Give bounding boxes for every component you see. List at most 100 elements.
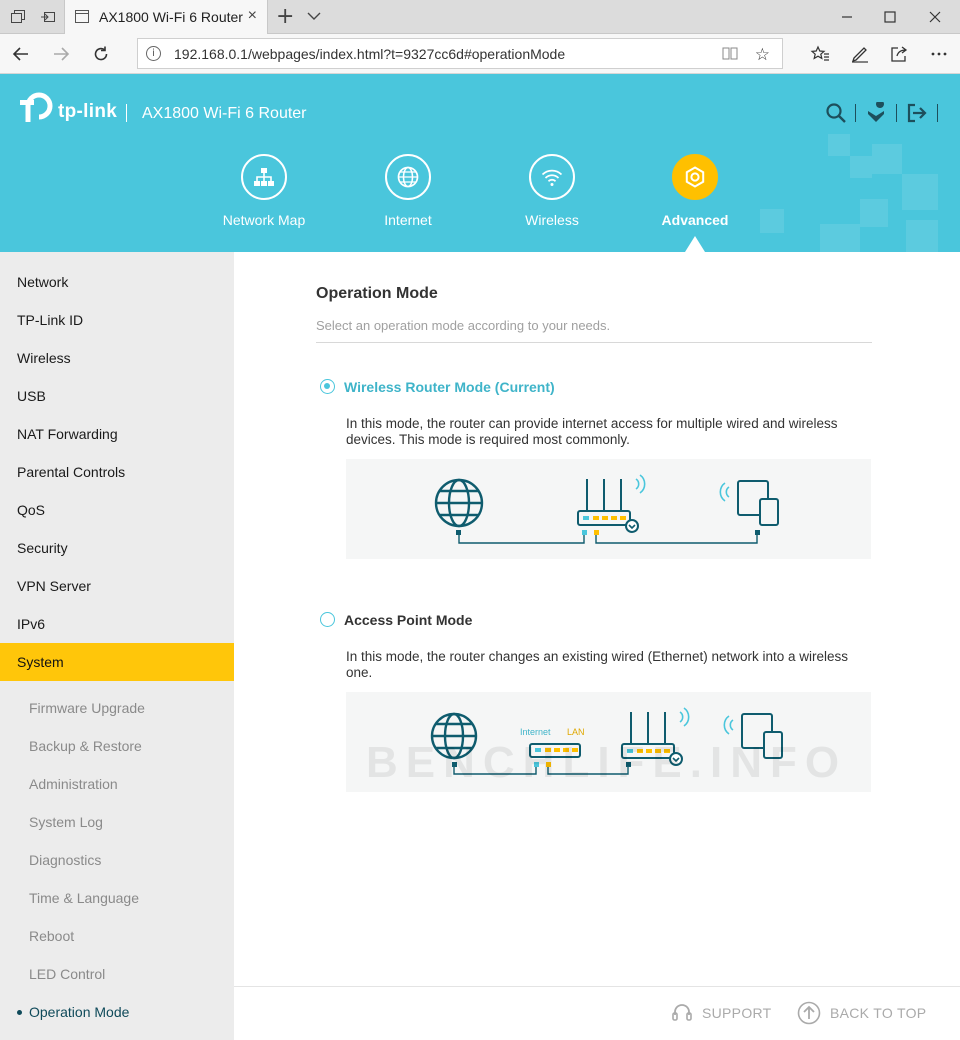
page-icon [75,10,89,23]
main-content: Operation Mode Select an operation mode … [234,252,960,986]
header-divider [896,104,897,122]
nav-internet[interactable]: Internet [348,154,468,228]
url-field[interactable]: i 192.168.0.1/webpages/index.html?t=9327… [137,38,783,69]
sidebar-item-ipv6[interactable]: IPv6 [0,605,234,643]
sidebar-item-parental-controls[interactable]: Parental Controls [0,453,234,491]
sidebar-item-qos[interactable]: QoS [0,491,234,529]
nav-network-map[interactable]: Network Map [204,154,324,228]
logout-icon[interactable] [906,102,928,124]
sidebar-item-wireless[interactable]: Wireless [0,339,234,377]
headset-icon [672,1004,692,1021]
maximize-icon[interactable] [880,8,900,26]
header-divider [855,104,856,122]
minimize-icon[interactable] [837,8,857,26]
sidebar-item-usb[interactable]: USB [0,377,234,415]
browser-address-bar: i 192.168.0.1/webpages/index.html?t=9327… [0,34,960,74]
brand-divider [126,104,127,122]
cable-port [456,530,461,535]
share-icon[interactable] [889,44,909,64]
nav-wireless[interactable]: Wireless [492,154,612,228]
background-pattern [860,199,888,227]
browser-tab-bar: AX1800 Wi-Fi 6 Router × + [0,0,960,34]
header-divider [937,104,938,122]
title-divider [316,342,872,343]
cable-port [755,530,760,535]
arrow-up-icon [797,1001,821,1025]
router-ports [583,516,626,520]
network-map-icon [241,154,287,200]
globe-icon [385,154,431,200]
tether-app-icon[interactable] [865,102,887,124]
globe-icon [434,478,484,528]
sidebar-sub-time-language[interactable]: Time & Language [0,879,234,917]
access-point-mode-radio[interactable] [320,612,335,627]
page-title: Operation Mode [316,285,438,302]
wireless-router-mode-label[interactable]: Wireless Router Mode (Current) [344,379,555,395]
refresh-icon[interactable] [91,44,111,64]
cable-port [582,530,587,535]
background-pattern [820,224,860,252]
sidebar-item-network[interactable]: Network [0,263,234,301]
sidebar-item-security[interactable]: Security [0,529,234,567]
favorite-star-icon[interactable]: ☆ [755,45,770,65]
more-icon[interactable] [929,44,949,64]
router-icon [577,474,646,533]
back-to-top-link[interactable]: BACK TO TOP [830,1005,926,1021]
browser-tab[interactable]: AX1800 Wi-Fi 6 Router × [64,0,268,34]
sidebar-sub-led-control[interactable]: LED Control [0,955,234,993]
site-info-icon[interactable]: i [146,46,161,61]
set-aside-tabs-icon[interactable] [40,9,56,25]
sidebar-sub-backup-restore[interactable]: Backup & Restore [0,727,234,765]
tab-actions-icon[interactable] [10,9,26,25]
page-footer: SUPPORT BACK TO TOP [234,986,960,1040]
chevron-down-icon[interactable] [306,10,322,22]
internet-port-label: Internet [520,727,551,737]
reading-view-icon[interactable] [722,46,738,61]
background-pattern [850,156,872,178]
access-point-mode-description: In this mode, the router changes an exis… [346,649,848,680]
tab-title: AX1800 Wi-Fi 6 Router [99,9,243,25]
wifi-icon [529,154,575,200]
sidebar-item-nat-forwarding[interactable]: NAT Forwarding [0,415,234,453]
sidebar-sub-diagnostics[interactable]: Diagnostics [0,841,234,879]
background-pattern [760,209,784,233]
wireless-router-mode-radio[interactable] [320,379,335,394]
nav-advanced[interactable]: Advanced [635,154,755,228]
favorites-icon[interactable] [810,44,830,64]
tp-link-logo-icon[interactable] [18,92,58,128]
sidebar-sub-system-log[interactable]: System Log [0,803,234,841]
sidebar-sub-operation-mode[interactable]: Operation Mode [0,993,234,1031]
background-pattern [906,220,938,252]
close-tab-icon[interactable]: × [248,7,257,25]
sidebar-sub-firmware-upgrade[interactable]: Firmware Upgrade [0,689,234,727]
wireless-router-mode-diagram [346,459,871,559]
sidebar-item-tp-link-id[interactable]: TP-Link ID [0,301,234,339]
sidebar-sub-administration[interactable]: Administration [0,765,234,803]
sidebar: Network TP-Link ID Wireless USB NAT Forw… [0,252,234,1040]
wireless-router-mode-description: In this mode, the router can provide int… [346,416,838,447]
close-window-icon[interactable] [925,8,945,26]
search-icon[interactable] [825,102,847,124]
connection-lines [458,531,758,544]
url-text: 192.168.0.1/webpages/index.html?t=9327cc… [174,46,566,62]
back-arrow-icon[interactable] [11,44,31,64]
gear-icon [672,154,718,200]
sidebar-item-system[interactable]: System [0,643,234,681]
router-header: tp-link AX1800 Wi-Fi 6 Router Network Ma… [0,74,960,252]
access-point-mode-label[interactable]: Access Point Mode [344,612,472,628]
background-pattern [828,134,850,156]
brand-name: tp-link [58,101,118,122]
new-tab-button[interactable]: + [276,4,294,29]
sidebar-item-vpn-server[interactable]: VPN Server [0,567,234,605]
forward-arrow-icon[interactable] [51,44,71,64]
devices-icon [719,480,779,526]
router-model: AX1800 Wi-Fi 6 Router [142,105,307,122]
sidebar-sub-reboot[interactable]: Reboot [0,917,234,955]
support-link[interactable]: SUPPORT [702,1005,772,1021]
active-nav-pointer [685,236,705,252]
current-indicator-dot [17,1010,22,1015]
pen-icon[interactable] [850,44,870,64]
nav-label: Wireless [525,212,579,228]
router-topology-illustration [434,474,779,544]
background-pattern [872,144,902,174]
